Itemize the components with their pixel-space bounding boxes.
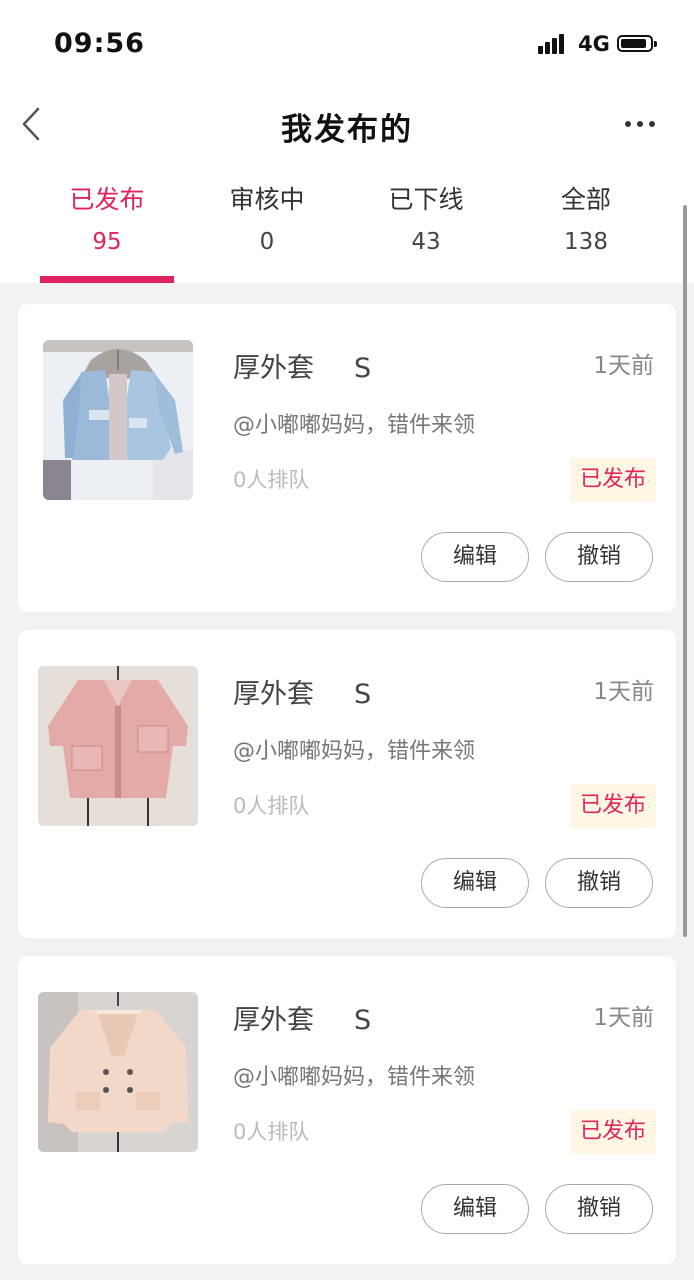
item-name: 厚外套 [233,679,314,710]
item-title: 厚外套 S [233,346,371,385]
item-size: S [354,353,372,384]
item-size: S [354,1005,372,1036]
withdraw-button[interactable]: 撤销 [545,858,653,908]
queue-count: 0人排队 [233,1120,310,1144]
scrollbar[interactable] [683,205,687,937]
item-description: @小嘟嘟妈妈，错件来领 [233,739,476,764]
item-title: 厚外套 S [233,998,371,1037]
tab-count: 0 [259,229,275,255]
tab-bar: 已发布 95 审核中 0 已下线 43 全部 138 [0,183,694,283]
edit-button[interactable]: 编辑 [421,1184,529,1234]
listing-card[interactable]: 厚外套 S 1天前 @小嘟嘟妈妈，错件来领 0人排队 已发布 编辑 撤销 [18,304,676,612]
tab-count: 95 [92,229,122,255]
time-ago: 1天前 [593,353,654,379]
tab-count: 138 [564,229,608,255]
time-ago: 1天前 [593,1005,654,1031]
listing-card[interactable]: 厚外套 S 1天前 @小嘟嘟妈妈，错件来领 0人排队 已发布 编辑 撤销 [18,956,676,1264]
item-name: 厚外套 [233,353,314,384]
page-title: 我发布的 [281,112,413,148]
edit-button[interactable]: 编辑 [421,858,529,908]
queue-count: 0人排队 [233,794,310,818]
tab-offline[interactable]: 已下线 43 [346,183,506,255]
item-description: @小嘟嘟妈妈，错件来领 [233,1065,476,1090]
tab-reviewing[interactable]: 审核中 0 [187,183,347,255]
item-description: @小嘟嘟妈妈，错件来领 [233,413,476,438]
withdraw-button[interactable]: 撤销 [545,532,653,582]
listing-card[interactable]: 厚外套 S 1天前 @小嘟嘟妈妈，错件来领 0人排队 已发布 编辑 撤销 [18,630,676,938]
edit-button[interactable]: 编辑 [421,532,529,582]
tab-published[interactable]: 已发布 95 [27,183,187,255]
queue-count: 0人排队 [233,468,310,492]
item-name: 厚外套 [233,1005,314,1036]
network-type: 4G [578,32,610,56]
tab-label: 已发布 [69,185,145,214]
beige-teddy-coat-photo[interactable] [38,992,198,1152]
nav-bar: 我发布的 [0,90,694,160]
tab-label: 审核中 [229,185,305,214]
pink-coat-photo[interactable] [38,666,198,826]
status-time: 09:56 [54,28,145,59]
item-title: 厚外套 S [233,672,371,711]
status-bar: 09:56 4G [0,0,694,90]
denim-jacket-photo[interactable] [43,340,193,500]
signal-bars-icon [538,34,568,54]
tab-active-indicator [40,276,174,283]
more-horizontal-icon[interactable] [623,121,657,129]
tab-label: 已下线 [388,185,464,214]
header-area: 09:56 4G 我发布的 已发布 95 审核中 0 已下线 43 全部 138 [0,0,694,283]
tab-all[interactable]: 全部 138 [506,183,666,255]
status-badge: 已发布 [570,1110,656,1154]
tab-label: 全部 [560,185,611,214]
tab-count: 43 [411,229,441,255]
withdraw-button[interactable]: 撤销 [545,1184,653,1234]
status-badge: 已发布 [570,784,656,828]
item-size: S [354,679,372,710]
time-ago: 1天前 [593,679,654,705]
status-badge: 已发布 [570,458,656,502]
battery-icon [617,35,657,52]
